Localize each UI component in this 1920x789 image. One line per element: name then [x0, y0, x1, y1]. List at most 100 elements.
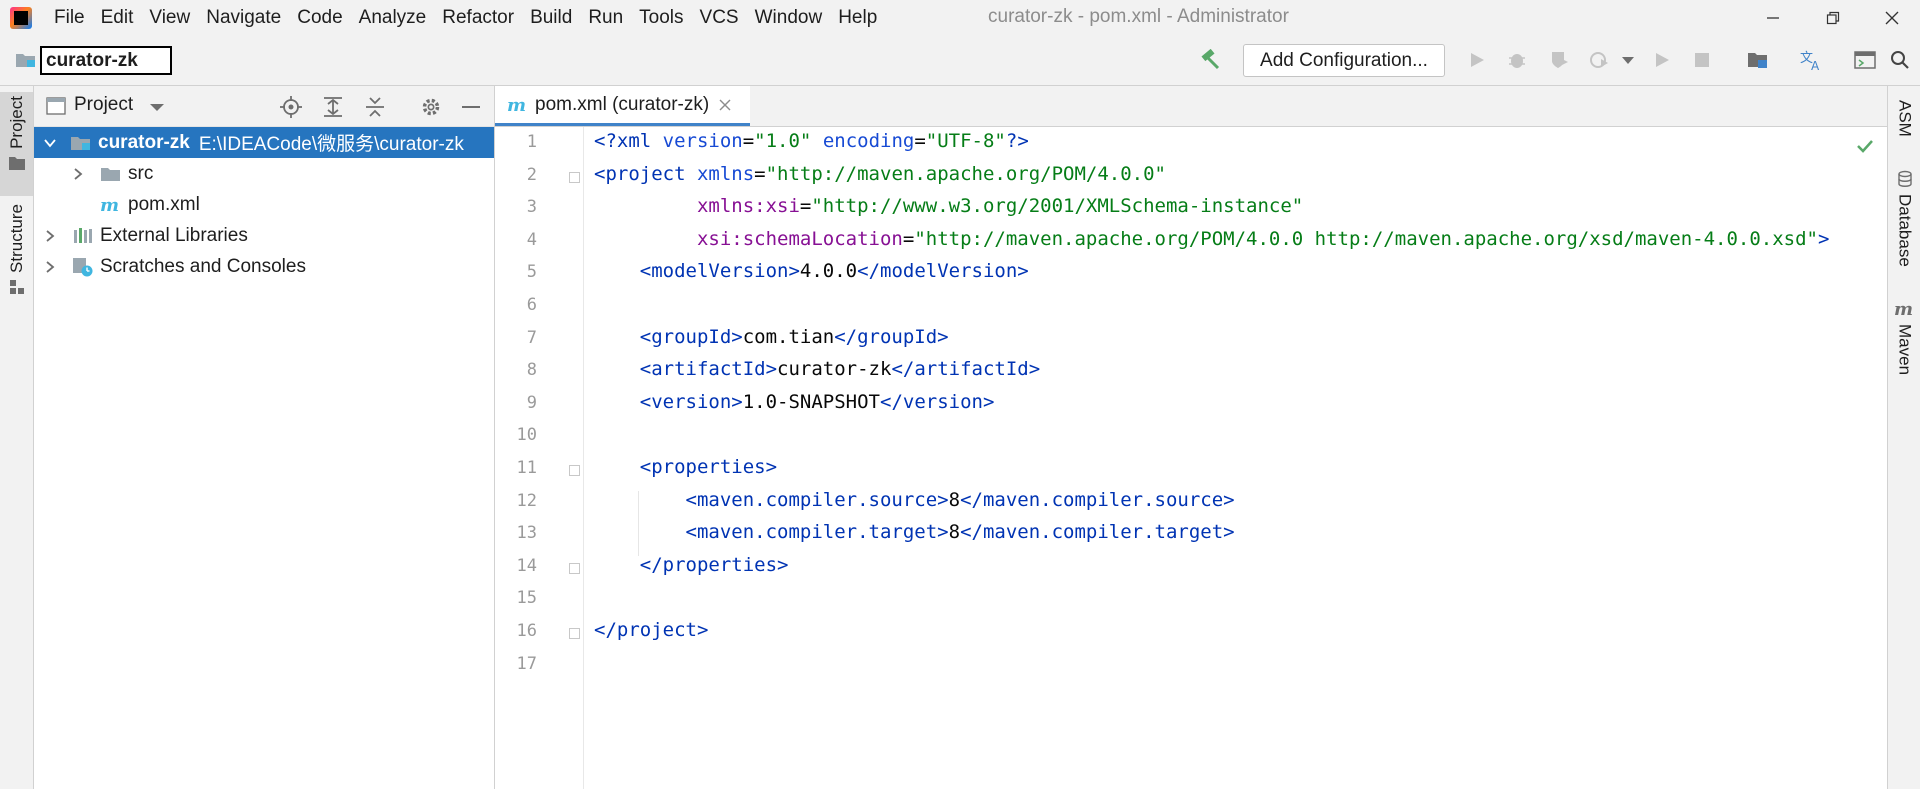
menu-edit[interactable]: Edit: [93, 7, 142, 29]
expand-all-icon[interactable]: [322, 96, 344, 118]
fold-marker-icon[interactable]: [569, 562, 580, 574]
menu-code[interactable]: Code: [289, 7, 350, 29]
code-token: </version>: [880, 390, 995, 413]
project-structure-icon: [1748, 53, 1767, 68]
line-number: 13: [516, 523, 537, 544]
project-panel-header: Project: [34, 86, 494, 127]
line-number: 4: [526, 229, 537, 250]
window-title: curator-zk - pom.xml - Administrator: [988, 6, 1289, 27]
code-token: "http://www.w3.org/2001/XMLSchema-instan…: [811, 195, 1304, 218]
structure-tool-tab[interactable]: Structure: [0, 204, 33, 314]
menu-run[interactable]: Run: [580, 7, 631, 29]
close-tab-icon[interactable]: [719, 99, 731, 111]
menu-navigate[interactable]: Navigate: [198, 7, 289, 29]
menu-build[interactable]: Build: [522, 7, 580, 29]
debug-button[interactable]: [1505, 48, 1529, 72]
close-window-button[interactable]: [1864, 0, 1920, 35]
code-token: =: [799, 195, 812, 218]
hammer-icon: [1201, 49, 1220, 70]
run-with-coverage-button[interactable]: [1547, 48, 1571, 72]
menu-window[interactable]: Window: [747, 7, 831, 29]
chevron-right-icon[interactable]: [44, 260, 56, 273]
build-hammer-button[interactable]: [1198, 48, 1222, 72]
line-number: 10: [516, 425, 537, 446]
code-token: >: [1818, 227, 1830, 250]
menu-analyze[interactable]: Analyze: [351, 7, 435, 29]
restore-icon: [1826, 11, 1840, 24]
chevron-down-icon[interactable]: [150, 102, 164, 112]
gear-icon[interactable]: [420, 96, 442, 118]
project-structure-button[interactable]: [1746, 48, 1770, 72]
search-everywhere-button[interactable]: [1888, 48, 1912, 72]
line-number: 1: [526, 132, 537, 152]
line-number: 5: [526, 262, 537, 283]
menu-view[interactable]: View: [141, 7, 198, 29]
more-run-options-button[interactable]: [1616, 48, 1640, 72]
chevron-right-icon[interactable]: [72, 167, 84, 180]
restore-button[interactable]: [1805, 0, 1861, 35]
code-token: "http://maven.apache.org/POM/4.0.0": [765, 162, 1166, 185]
tree-item-curator-zk[interactable]: curator-zk E:\IDEACode\微服务\curator-zk: [34, 127, 494, 158]
inspection-ok-checkmark-icon[interactable]: [1856, 138, 1874, 154]
chevron-down-icon[interactable]: [44, 137, 56, 149]
code-token: </modelVersion>: [857, 260, 1029, 283]
stop-button[interactable]: [1690, 48, 1714, 72]
run-button[interactable]: [1465, 48, 1489, 72]
project-view-selector[interactable]: Project: [74, 94, 133, 116]
minimize-button[interactable]: [1745, 0, 1801, 35]
fold-marker-icon[interactable]: [569, 171, 580, 183]
structure-icon: [9, 279, 24, 294]
maven-tool-tab[interactable]: m Maven: [1888, 300, 1920, 375]
code-token: curator-zk: [777, 358, 892, 381]
chevron-down-icon: [1622, 57, 1634, 64]
navigation-bar: curator-zk Add Configuration... 文A: [0, 35, 1920, 86]
line-number: 11: [516, 458, 537, 478]
fold-marker-icon[interactable]: [569, 465, 580, 476]
menu-file[interactable]: File: [46, 7, 93, 29]
menu-vcs[interactable]: VCS: [692, 7, 747, 29]
code-token: </maven.compiler.target>: [960, 521, 1235, 544]
fold-marker-icon[interactable]: [569, 628, 580, 639]
tree-item-pom-xml[interactable]: m pom.xml: [34, 189, 494, 220]
code-token: xsi:schemaLocation: [696, 227, 903, 250]
attach-debugger-button[interactable]: [1650, 48, 1674, 72]
tree-item-external-libraries[interactable]: External Libraries: [34, 220, 494, 251]
code-token: <properties>: [639, 456, 778, 478]
translate-button[interactable]: 文A: [1800, 48, 1824, 72]
tree-item-src[interactable]: src: [34, 158, 494, 189]
code-line: </properties>: [594, 554, 789, 576]
code-token: <artifactId>: [639, 358, 778, 381]
database-tool-tab[interactable]: Database: [1888, 170, 1920, 267]
project-view-icon: [46, 97, 66, 115]
breadcrumb-project[interactable]: curator-zk: [40, 46, 172, 75]
menu-help[interactable]: Help: [830, 7, 885, 29]
code-token: =: [754, 162, 766, 185]
tree-item-scratches-and-consoles[interactable]: Scratches and Consoles: [34, 251, 494, 282]
terminal-panel-button[interactable]: [1853, 48, 1877, 72]
collapse-all-icon[interactable]: [364, 96, 386, 118]
profile-button[interactable]: [1587, 48, 1611, 72]
maven-icon: m: [1894, 300, 1913, 318]
locate-file-icon[interactable]: [280, 96, 302, 118]
code-editor[interactable]: <?xml version="1.0" encoding="UTF-8"?> <p…: [584, 127, 1887, 789]
hide-panel-icon[interactable]: [460, 96, 482, 118]
minimize-icon: [1767, 16, 1779, 19]
menu-tools[interactable]: Tools: [631, 7, 691, 29]
code-token: version: [662, 130, 743, 152]
line-number: 8: [526, 360, 537, 381]
editor-tab-label: pom.xml (curator-zk): [535, 93, 710, 115]
tree-item-label: src: [128, 162, 154, 184]
translate-icon: 文A: [1800, 51, 1820, 71]
code-token: <version>: [639, 390, 743, 413]
code-line: <modelVersion>4.0.0</modelVersion>: [594, 260, 1029, 282]
editor-tab-pom-xml[interactable]: m pom.xml (curator-zk): [495, 86, 750, 126]
project-tool-tab[interactable]: Project: [0, 92, 33, 196]
menu-refactor[interactable]: Refactor: [434, 7, 522, 29]
left-tool-window-strip: Project Structure: [0, 86, 34, 789]
add-configuration-button[interactable]: Add Configuration...: [1243, 44, 1445, 77]
asm-tool-tab[interactable]: ASM: [1888, 100, 1920, 137]
code-line: <properties>: [594, 456, 777, 478]
line-number: 2: [526, 164, 537, 185]
chevron-right-icon[interactable]: [44, 229, 56, 242]
